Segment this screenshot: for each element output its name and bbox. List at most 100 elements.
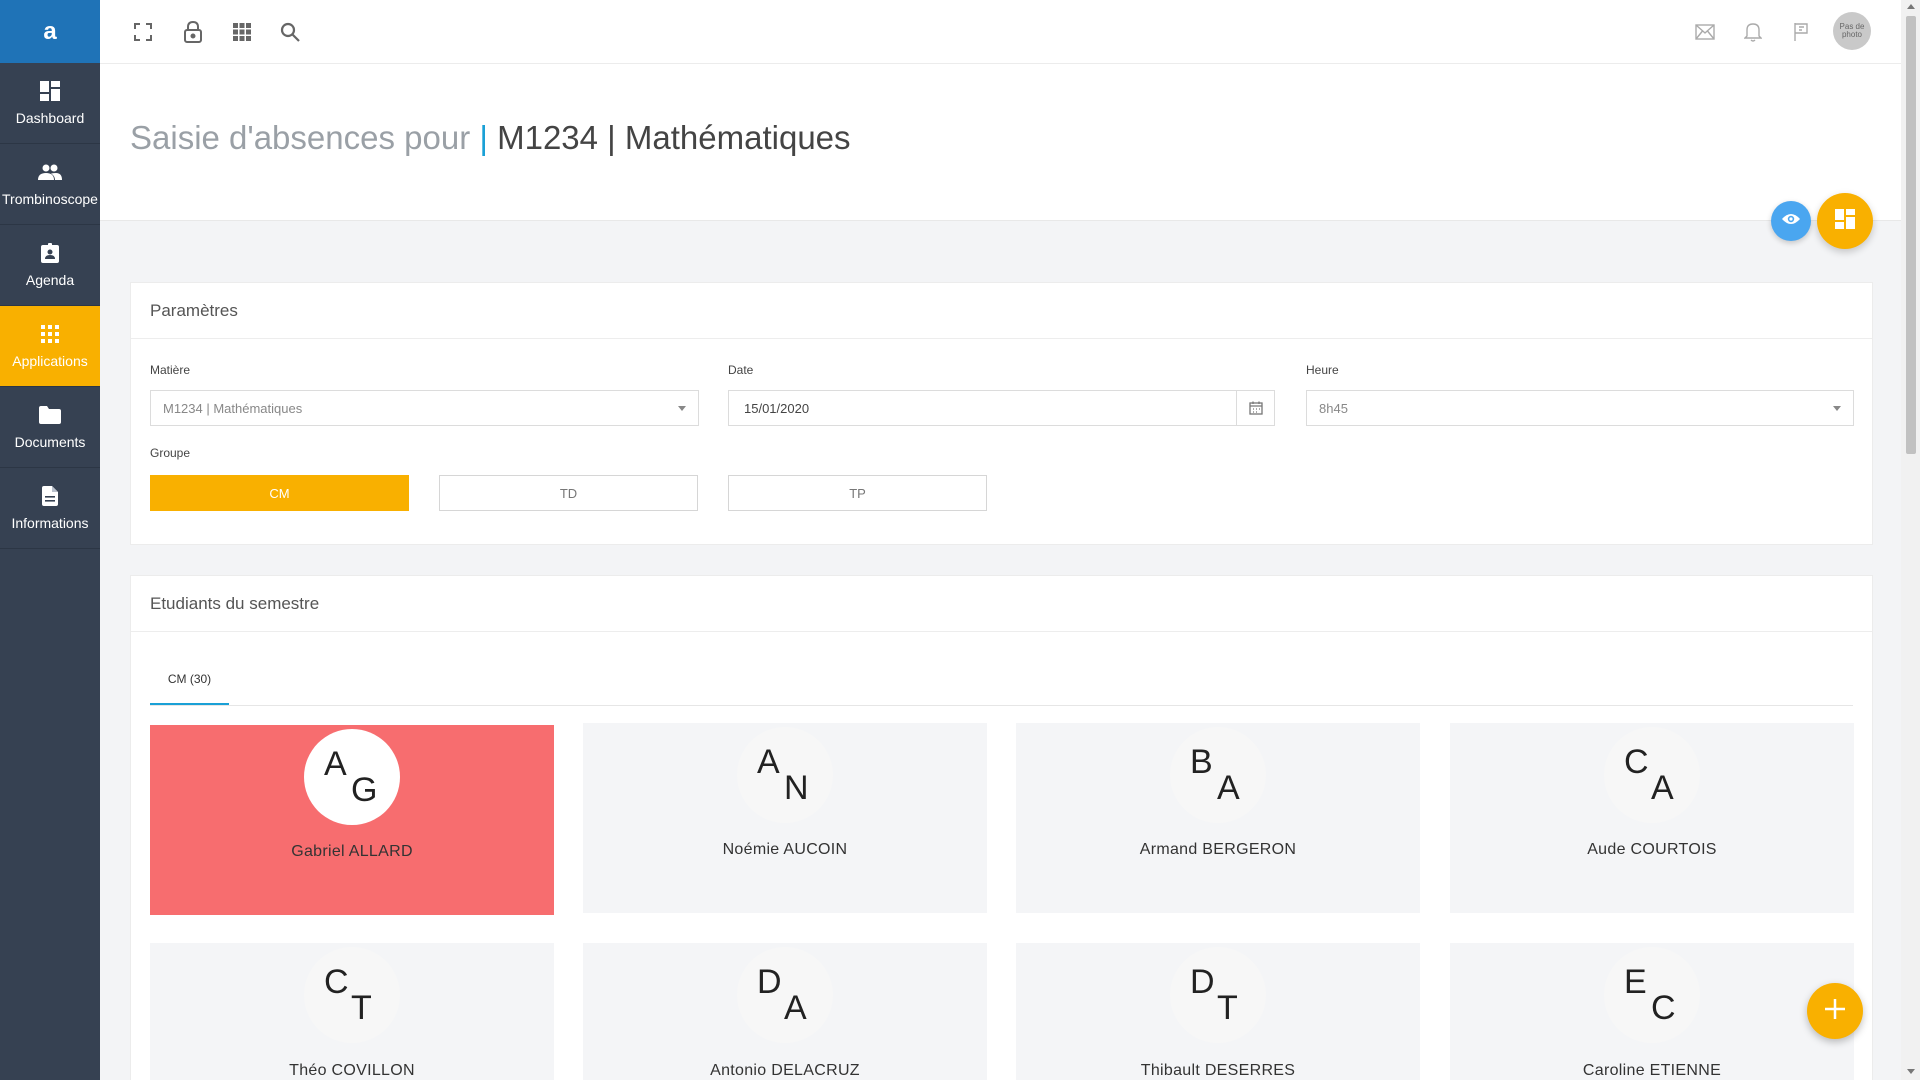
page-scrollbar[interactable] [1901,0,1920,1080]
dashboard-button[interactable] [1817,193,1873,249]
sidebar-item-label: Informations [11,515,89,531]
apps-grid-icon[interactable] [230,20,254,44]
student-initial-first: B [1190,743,1213,781]
student-card[interactable]: A G Gabriel ALLARD [150,725,554,915]
student-initial-first: E [1624,963,1647,1001]
student-initial-last: A [1651,769,1674,807]
heure-value: 8h45 [1319,400,1348,416]
sidebar-item-label: Documents [14,434,86,450]
student-name: Thibault DESERRES [1140,1062,1296,1079]
chevron-down-icon [1833,406,1841,411]
apps-grid-icon [41,323,59,345]
agenda-icon [41,242,59,264]
student-card[interactable]: C T Théo COVILLON [150,943,554,1080]
parameters-title: Paramètres [131,283,1872,339]
student-avatar: D T [1170,947,1266,1043]
student-card[interactable]: A N Noémie AUCOIN [583,723,987,913]
student-name: Gabriel ALLARD [291,843,413,860]
lock-icon[interactable] [181,20,205,44]
student-initial-first: A [324,745,347,783]
student-avatar: D A [737,947,833,1043]
plus-icon [1824,998,1846,1025]
mail-icon[interactable] [1693,20,1717,44]
students-card: Etudiants du semestre CM (30) A G Gabrie… [130,575,1873,1080]
student-name: Aude COURTOIS [1587,841,1717,858]
scrollbar-thumb[interactable] [1906,16,1916,454]
students-title: Etudiants du semestre [131,576,1872,632]
flag-icon[interactable] [1789,20,1813,44]
student-card[interactable]: D T Thibault DESERRES [1016,943,1420,1080]
page-title-separator: | [479,119,488,156]
student-avatar: C T [304,947,400,1043]
group-button-cm[interactable]: CM [150,475,409,511]
group-button-tp[interactable]: TP [728,475,987,511]
tab-cm[interactable]: CM (30) [150,655,229,705]
sidebar-item-agenda[interactable]: Agenda [0,225,100,306]
sidebar-item-trombinoscope[interactable]: Trombinoscope [0,144,100,225]
app-logo[interactable]: a [0,0,100,63]
student-initial-first: C [1624,743,1649,781]
student-avatar: B A [1170,727,1266,823]
student-initial-last: G [351,771,378,809]
dashboard-icon [1835,208,1855,234]
sidebar-item-label: Applications [12,353,88,369]
heure-select[interactable]: 8h45 [1306,390,1854,426]
page-title-prefix: Saisie d'absences pour [130,119,471,156]
sidebar-item-label: Agenda [25,272,75,288]
date-field[interactable]: 15/01/2020 [728,390,1275,426]
view-button[interactable] [1771,201,1811,241]
eye-icon [1782,212,1800,230]
chevron-down-icon [678,406,686,411]
sidebar-item-applications[interactable]: Applications [0,306,100,387]
heure-label: Heure [1306,363,1339,377]
groupe-label: Groupe [150,446,191,460]
student-name: Noémie AUCOIN [722,841,848,858]
avatar[interactable]: Pas de photo [1833,12,1871,50]
student-card[interactable]: C A Aude COURTOIS [1450,723,1854,913]
fullscreen-icon[interactable] [131,20,155,44]
student-initial-last: A [1217,769,1240,807]
scroll-down-icon[interactable] [1907,1069,1915,1074]
parameters-card: Paramètres Matière M1234 | Mathématiques… [130,282,1873,545]
page-header: Saisie d'absences pour | M1234 | Mathéma… [100,64,1901,221]
student-initial-last: T [1217,989,1238,1027]
matiere-label: Matière [150,363,191,377]
student-initial-last: A [784,989,807,1027]
date-value: 15/01/2020 [744,400,810,416]
student-initial-last: T [351,989,372,1027]
student-initial-first: A [757,743,780,781]
add-button[interactable] [1807,983,1863,1039]
scroll-up-icon[interactable] [1907,4,1915,9]
matiere-select[interactable]: M1234 | Mathématiques [150,390,699,426]
student-avatar: A G [304,729,400,825]
student-initial-last: C [1651,989,1676,1027]
student-initial-first: D [757,963,782,1001]
sidebar-item-documents[interactable]: Documents [0,387,100,468]
file-icon [42,485,58,507]
student-avatar: C A [1604,727,1700,823]
sidebar-item-label: Trombinoscope [2,191,98,207]
page-title: Saisie d'absences pour | M1234 | Mathéma… [130,119,851,157]
student-initial-last: N [784,769,809,807]
calendar-icon[interactable] [1236,391,1274,425]
group-button-td[interactable]: TD [439,475,698,511]
student-initial-first: D [1190,963,1215,1001]
matiere-value: M1234 | Mathématiques [163,400,303,416]
student-name: Armand BERGERON [1139,841,1297,858]
student-card[interactable]: B A Armand BERGERON [1016,723,1420,913]
student-name: Caroline ETIENNE [1582,1062,1722,1079]
sidebar-item-informations[interactable]: Informations [0,468,100,549]
bell-icon[interactable] [1741,20,1765,44]
folder-icon [39,404,61,426]
search-icon[interactable] [278,20,302,44]
tab-divider [150,705,1853,706]
people-icon [38,161,62,183]
page-title-course: M1234 | Mathématiques [497,119,851,156]
dashboard-icon [40,80,60,102]
sidebar-item-dashboard[interactable]: Dashboard [0,63,100,144]
top-bar: Pas de photo [100,0,1901,64]
student-card[interactable]: E C Caroline ETIENNE [1450,943,1854,1080]
sidebar: a Dashboard Trombinoscope Agenda Applica… [0,0,100,1080]
student-card[interactable]: D A Antonio DELACRUZ [583,943,987,1080]
student-name: Théo COVILLON [289,1062,415,1079]
